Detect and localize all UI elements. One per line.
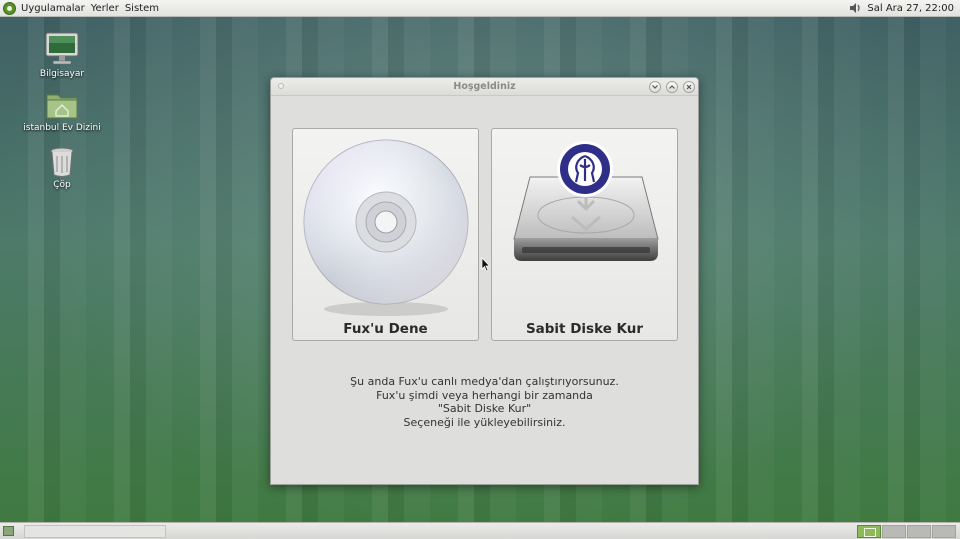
mouse-cursor-icon bbox=[481, 257, 491, 272]
menu-places[interactable]: Yerler bbox=[91, 3, 119, 14]
maximize-icon bbox=[669, 85, 675, 89]
info-line: Seçeneği ile yükleyebilirsiniz. bbox=[403, 415, 566, 429]
minimize-icon bbox=[652, 85, 658, 89]
panel-tray: Sal Ara 27, 22:00 bbox=[849, 2, 954, 14]
workspace-1[interactable] bbox=[857, 525, 881, 538]
bottom-panel bbox=[0, 522, 960, 539]
info-line: Şu anda Fux'u canlı medya'dan çalıştırıy… bbox=[350, 375, 619, 388]
trash-icon bbox=[50, 147, 74, 177]
volume-icon[interactable] bbox=[849, 2, 862, 14]
hard-disk-install-icon bbox=[513, 141, 659, 261]
install-to-disk-button[interactable]: Sabit Diske Kur bbox=[491, 128, 678, 341]
desktop-icon-trash[interactable]: Çöp bbox=[17, 145, 107, 190]
workspace-3[interactable] bbox=[907, 525, 931, 538]
show-desktop-icon[interactable] bbox=[3, 526, 14, 536]
top-panel: Uygulamalar Yerler Sistem Sal Ara 27, 22… bbox=[0, 0, 960, 17]
close-button[interactable] bbox=[683, 81, 695, 93]
workspace-4[interactable] bbox=[932, 525, 956, 538]
menu-system[interactable]: Sistem bbox=[125, 3, 159, 14]
workspace-2[interactable] bbox=[882, 525, 906, 538]
try-fux-label: Fux'u Dene bbox=[343, 321, 428, 337]
try-fux-button[interactable]: Fux'u Dene bbox=[292, 128, 479, 341]
computer-icon bbox=[45, 32, 79, 65]
welcome-window: Hoşgeldiniz Fux'u Dene Sabit Diske Kur Ş… bbox=[270, 77, 699, 485]
install-to-disk-label: Sabit Diske Kur bbox=[525, 321, 644, 337]
minimize-button[interactable] bbox=[649, 81, 661, 93]
window-titlebar[interactable]: Hoşgeldiniz bbox=[271, 78, 698, 96]
window-title: Hoşgeldiniz bbox=[453, 81, 516, 92]
info-text: Şu anda Fux'u canlı medya'dan çalıştırıy… bbox=[271, 375, 698, 429]
cd-disc-icon bbox=[303, 139, 469, 316]
window-list[interactable] bbox=[24, 525, 166, 538]
info-line: "Sabit Diske Kur" bbox=[437, 402, 532, 415]
desktop-icon-label: Çöp bbox=[53, 180, 71, 190]
close-icon bbox=[686, 84, 692, 90]
desktop-icon-home[interactable]: istanbul Ev Dizini bbox=[17, 89, 107, 133]
menu-applications[interactable]: Uygulamalar bbox=[21, 3, 85, 14]
maximize-button[interactable] bbox=[666, 81, 678, 93]
distro-logo-icon[interactable] bbox=[3, 1, 16, 15]
clock[interactable]: Sal Ara 27, 22:00 bbox=[867, 3, 954, 14]
home-folder-icon bbox=[46, 94, 78, 119]
info-line: Fux'u şimdi veya herhangi bir zamanda bbox=[376, 388, 593, 402]
desktop-icon-label: Bilgisayar bbox=[39, 69, 85, 79]
desktop-icon-label: istanbul Ev Dizini bbox=[23, 123, 101, 133]
desktop-icon-computer[interactable]: Bilgisayar bbox=[17, 31, 107, 79]
